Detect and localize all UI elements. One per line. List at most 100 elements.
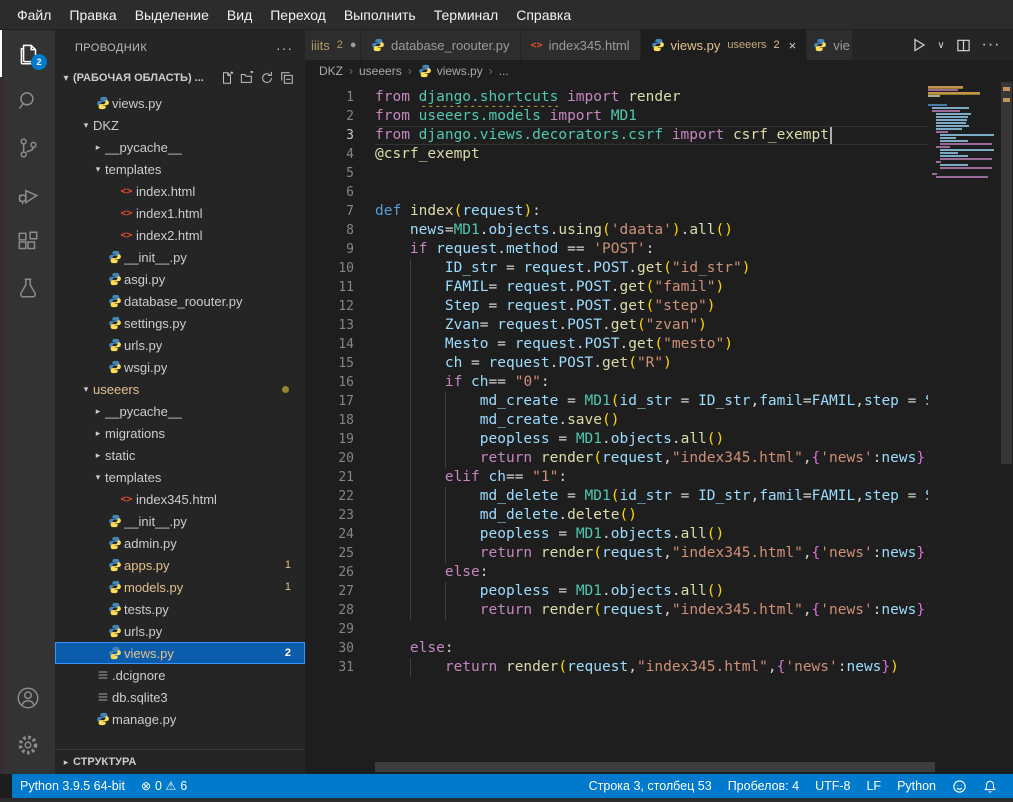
tree-item[interactable]: ▸migrations bbox=[55, 422, 305, 444]
tab-index345.html[interactable]: <>index345.html bbox=[521, 30, 641, 60]
vertical-scrollbar[interactable] bbox=[1000, 82, 1013, 774]
sidebar-item-source-control[interactable] bbox=[0, 124, 55, 171]
eol-status[interactable]: LF bbox=[858, 779, 889, 793]
sidebar-item-explorer[interactable]: 2 bbox=[0, 30, 55, 77]
tree-item[interactable]: urls.py bbox=[55, 334, 305, 356]
tree-item[interactable]: .dcignore bbox=[55, 664, 305, 686]
cursor-position-status[interactable]: Строка 3, столбец 53 bbox=[581, 779, 720, 793]
tree-item[interactable]: ▾DKZ bbox=[55, 114, 305, 136]
code-line[interactable]: 1from django.shortcuts import render bbox=[305, 88, 928, 107]
code-line[interactable]: 10 ID_str = request.POST.get("id_str") bbox=[305, 259, 928, 278]
code-line[interactable]: 13 Zvan= request.POST.get("zvan") bbox=[305, 316, 928, 335]
settings-button[interactable] bbox=[0, 721, 55, 768]
code-line[interactable]: 2from useeers.models import MD1 bbox=[305, 107, 928, 126]
code-editor[interactable]: 1from django.shortcuts import render2fro… bbox=[305, 82, 1013, 774]
code-line[interactable]: 3from django.views.decorators.csrf impor… bbox=[305, 126, 928, 145]
tree-item[interactable]: tests.py bbox=[55, 598, 305, 620]
encoding-status[interactable]: UTF-8 bbox=[807, 779, 858, 793]
tree-item[interactable]: ▸__pycache__ bbox=[55, 136, 305, 158]
code-line[interactable]: 19 peopless = MD1.objects.all() bbox=[305, 430, 928, 449]
outline-section-header[interactable]: ▸ СТРУКТУРА bbox=[55, 749, 305, 774]
sidebar-item-run-debug[interactable] bbox=[0, 171, 55, 218]
problems-status[interactable]: ⊗ 0 ⚠ 6 bbox=[133, 779, 195, 793]
horizontal-scrollbar[interactable] bbox=[375, 762, 935, 772]
code-line[interactable]: 27 peopless = MD1.objects.all() bbox=[305, 582, 928, 601]
code-line[interactable]: 5 bbox=[305, 164, 928, 183]
language-mode-status[interactable]: Python bbox=[889, 779, 944, 793]
sidebar-item-extensions[interactable] bbox=[0, 218, 55, 265]
collapse-all-icon[interactable] bbox=[277, 69, 297, 87]
code-line[interactable]: 26 else: bbox=[305, 563, 928, 582]
new-folder-icon[interactable] bbox=[237, 69, 257, 87]
breadcrumb-item[interactable]: ... bbox=[499, 64, 509, 78]
code-line[interactable]: 25 return render(request,"index345.html"… bbox=[305, 544, 928, 563]
modified-dot-icon[interactable]: ● bbox=[350, 39, 357, 51]
indentation-status[interactable]: Пробелов: 4 bbox=[720, 779, 807, 793]
tab-views.py[interactable]: views.pyuseeers2× bbox=[641, 30, 808, 60]
account-button[interactable] bbox=[0, 674, 55, 721]
tree-item[interactable]: <>index.html bbox=[55, 180, 305, 202]
tree-item[interactable]: manage.py bbox=[55, 708, 305, 730]
bell-icon[interactable] bbox=[975, 779, 1005, 794]
refresh-icon[interactable] bbox=[257, 69, 277, 87]
menu-item[interactable]: Выделение bbox=[126, 3, 218, 27]
more-actions-icon[interactable]: ··· bbox=[979, 33, 1003, 57]
code-line[interactable]: 24 peopless = MD1.objects.all() bbox=[305, 525, 928, 544]
breadcrumb-item[interactable]: views.py bbox=[418, 64, 483, 78]
code-line[interactable]: 14 Mesto = request.POST.get("mesto") bbox=[305, 335, 928, 354]
run-icon[interactable] bbox=[907, 33, 931, 57]
code-line[interactable]: 15 ch = request.POST.get("R") bbox=[305, 354, 928, 373]
minimap[interactable] bbox=[928, 86, 1000, 286]
code-line[interactable]: 20 return render(request,"index345.html"… bbox=[305, 449, 928, 468]
tree-item[interactable]: apps.py1 bbox=[55, 554, 305, 576]
menu-item[interactable]: Правка bbox=[60, 3, 125, 27]
code-line[interactable]: 12 Step = request.POST.get("step") bbox=[305, 297, 928, 316]
tree-item[interactable]: views.py2 bbox=[55, 642, 305, 664]
tree-item[interactable]: views.py bbox=[55, 92, 305, 114]
code-line[interactable]: 21 elif ch== "1": bbox=[305, 468, 928, 487]
tab-iiits[interactable]: iiits2● bbox=[305, 30, 361, 60]
menu-item[interactable]: Вид bbox=[218, 3, 261, 27]
tab-vie[interactable]: vie bbox=[807, 30, 853, 60]
code-line[interactable]: 11 FAMIL= request.POST.get("famil") bbox=[305, 278, 928, 297]
menu-item[interactable]: Выполнить bbox=[335, 3, 425, 27]
code-line[interactable]: 29 bbox=[305, 620, 928, 639]
tree-item[interactable]: ▾templates bbox=[55, 466, 305, 488]
run-dropdown-icon[interactable]: ∨ bbox=[935, 33, 947, 57]
code-line[interactable]: 31 return render(request,"index345.html"… bbox=[305, 658, 928, 677]
new-file-icon[interactable] bbox=[217, 69, 237, 87]
code-line[interactable]: 18 md_create.save() bbox=[305, 411, 928, 430]
code-line[interactable]: 30 else: bbox=[305, 639, 928, 658]
split-editor-icon[interactable] bbox=[951, 33, 975, 57]
code-line[interactable]: 6 bbox=[305, 183, 928, 202]
code-line[interactable]: 22 md_delete = MD1(id_str = ID_str,famil… bbox=[305, 487, 928, 506]
tree-item[interactable]: __init__.py bbox=[55, 246, 305, 268]
feedback-icon[interactable] bbox=[944, 779, 975, 794]
code-line[interactable]: 16 if ch== "0": bbox=[305, 373, 928, 392]
breadcrumb-item[interactable]: useeers bbox=[359, 64, 402, 78]
code-line[interactable]: 8 news=MD1.objects.using('daata').all() bbox=[305, 221, 928, 240]
menu-item[interactable]: Справка bbox=[507, 3, 580, 27]
code-line[interactable]: 17 md_create = MD1(id_str = ID_str,famil… bbox=[305, 392, 928, 411]
tree-item[interactable]: database_roouter.py bbox=[55, 290, 305, 312]
tree-item[interactable]: urls.py bbox=[55, 620, 305, 642]
menu-item[interactable]: Файл bbox=[8, 3, 60, 27]
tree-item[interactable]: <>index345.html bbox=[55, 488, 305, 510]
breadcrumb-item[interactable]: DKZ bbox=[319, 64, 343, 78]
tree-item[interactable]: admin.py bbox=[55, 532, 305, 554]
tree-item[interactable]: ▾useeers bbox=[55, 378, 305, 400]
tree-item[interactable]: __init__.py bbox=[55, 510, 305, 532]
sidebar-item-testing[interactable] bbox=[0, 265, 55, 312]
tab-database_roouter.py[interactable]: database_roouter.py bbox=[361, 30, 521, 60]
tree-item[interactable]: ▸__pycache__ bbox=[55, 400, 305, 422]
tree-item[interactable]: models.py1 bbox=[55, 576, 305, 598]
tree-item[interactable]: <>index2.html bbox=[55, 224, 305, 246]
close-icon[interactable]: × bbox=[789, 38, 797, 53]
code-line[interactable]: 4@csrf_exempt bbox=[305, 145, 928, 164]
sidebar-item-search[interactable] bbox=[0, 77, 55, 124]
code-line[interactable]: 7def index(request): bbox=[305, 202, 928, 221]
code-line[interactable]: 9 if request.method == 'POST': bbox=[305, 240, 928, 259]
menu-item[interactable]: Переход bbox=[261, 3, 335, 27]
tree-item[interactable]: ▾templates bbox=[55, 158, 305, 180]
tree-item[interactable]: asgi.py bbox=[55, 268, 305, 290]
